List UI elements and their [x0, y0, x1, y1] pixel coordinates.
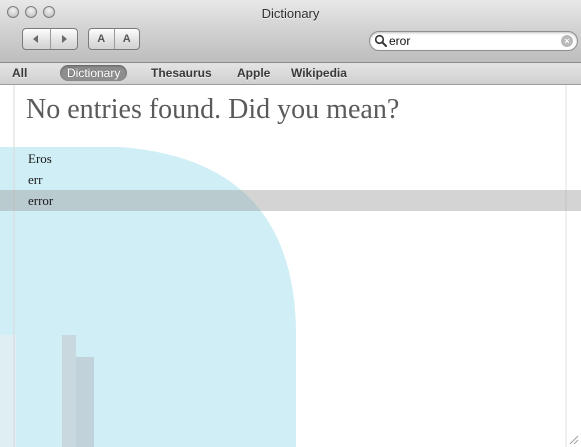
suggestion-item-selected[interactable]: error: [0, 190, 581, 211]
navigation-segmented-control: [22, 28, 78, 50]
titlebar: Dictionary A A ×: [0, 0, 581, 63]
larger-font-button[interactable]: A: [113, 29, 140, 49]
magnifier-icon: [374, 34, 387, 47]
scope-thesaurus[interactable]: Thesaurus: [151, 65, 212, 81]
forward-arrow-icon: [61, 35, 67, 43]
dictionary-window: Dictionary A A ×: [0, 0, 581, 447]
results-pane: No entries found. Did you mean? Eros err…: [0, 85, 581, 447]
resize-grip-icon[interactable]: [568, 434, 579, 445]
suggestion-list: Eros err error: [0, 148, 581, 211]
smaller-font-button[interactable]: A: [89, 29, 114, 49]
back-arrow-icon: [33, 35, 39, 43]
back-button[interactable]: [23, 29, 50, 49]
scope-dictionary[interactable]: Dictionary: [60, 65, 128, 81]
no-entries-heading: No entries found. Did you mean?: [26, 94, 400, 125]
search-input[interactable]: [389, 32, 554, 50]
scope-all[interactable]: All: [12, 65, 27, 81]
window-title: Dictionary: [261, 6, 320, 21]
suggestion-item[interactable]: err: [0, 169, 581, 190]
forward-button[interactable]: [49, 29, 78, 49]
clear-search-icon[interactable]: ×: [561, 35, 573, 47]
scope-apple[interactable]: Apple: [237, 65, 270, 81]
font-size-segmented-control: A A: [88, 28, 140, 50]
dictionary-watermark-art: [0, 85, 567, 447]
search-field[interactable]: ×: [369, 31, 578, 51]
scope-bar: All Dictionary Thesaurus Apple Wikipedia: [0, 63, 581, 85]
suggestion-item[interactable]: Eros: [0, 148, 581, 169]
scope-wikipedia[interactable]: Wikipedia: [291, 65, 347, 81]
